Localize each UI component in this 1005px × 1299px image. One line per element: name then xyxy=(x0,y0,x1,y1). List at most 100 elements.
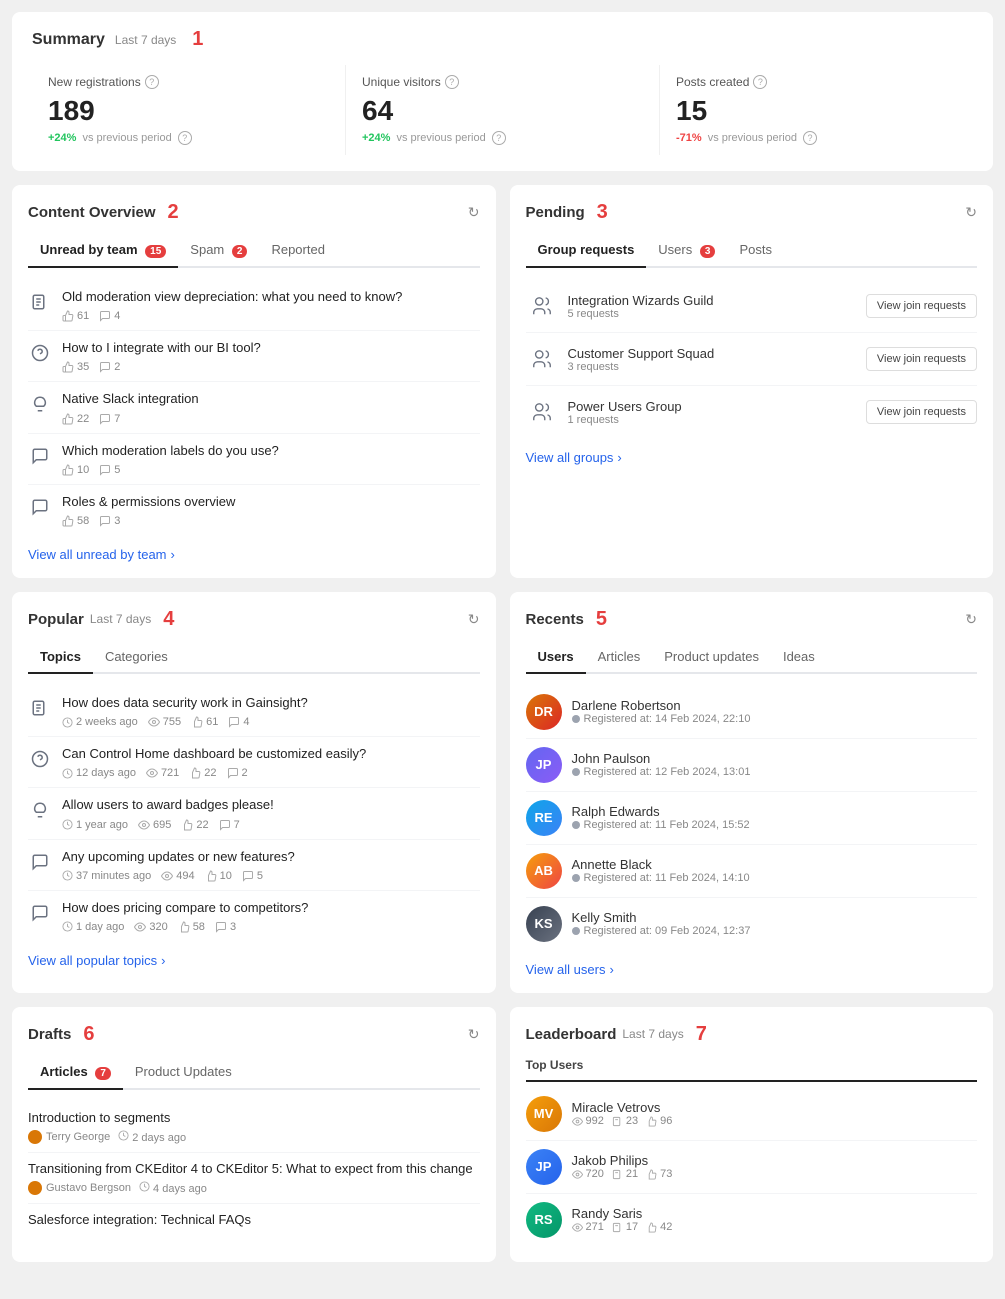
info-icon-posts-change[interactable]: ? xyxy=(803,131,817,145)
tab-unread-label: Unread by team xyxy=(40,242,138,257)
lightbulb-icon xyxy=(28,798,52,822)
tab-articles[interactable]: Articles xyxy=(586,643,653,672)
leader-stats: 271 17 42 xyxy=(572,1221,978,1233)
stat-posts-created: Posts created ? 15 -71% vs previous peri… xyxy=(660,65,973,155)
tab-topics[interactable]: Topics xyxy=(28,643,93,672)
popular-refresh[interactable]: ↻ xyxy=(468,611,480,628)
view-all-unread-label: View all unread by team xyxy=(28,547,167,562)
item-meta: 12 days ago 721 22 2 xyxy=(62,767,480,779)
drafts-refresh[interactable]: ↻ xyxy=(468,1026,480,1043)
view-all-users-label: View all users xyxy=(526,962,606,977)
pending-panel: Pending 3 ↻ Group requests Users 3 Posts xyxy=(510,185,994,578)
avatar: DR xyxy=(526,694,562,730)
view-join-requests-button[interactable]: View join requests xyxy=(866,294,977,318)
tab-reported[interactable]: Reported xyxy=(259,236,336,266)
view-all-unread[interactable]: View all unread by team › xyxy=(28,547,480,562)
user-name[interactable]: Ralph Edwards xyxy=(572,804,750,819)
view-count: 494 xyxy=(161,870,194,882)
tab-product-updates[interactable]: Product updates xyxy=(652,643,771,672)
chevron-right-icon-popular: › xyxy=(161,953,165,968)
tab-topics-label: Topics xyxy=(40,649,81,664)
stat-label-0: New registrations xyxy=(48,75,141,89)
tab-product-updates-label: Product updates xyxy=(664,649,759,664)
view-join-requests-button[interactable]: View join requests xyxy=(866,347,977,371)
tab-spam[interactable]: Spam 2 xyxy=(178,236,259,266)
registration-date: Registered at: 11 Feb 2024, 15:52 xyxy=(572,819,750,831)
draft-title[interactable]: Transitioning from CKEditor 4 to CKEdito… xyxy=(28,1161,480,1176)
draft-meta: Gustavo Bergson 4 days ago xyxy=(28,1181,480,1195)
registration-date: Registered at: 09 Feb 2024, 12:37 xyxy=(572,925,751,937)
view-all-popular-label: View all popular topics xyxy=(28,953,157,968)
tab-pending-users[interactable]: Users 3 xyxy=(646,236,727,266)
info-icon-reg-change[interactable]: ? xyxy=(178,131,192,145)
pending-refresh[interactable]: ↻ xyxy=(965,204,977,221)
tab-categories-label: Categories xyxy=(105,649,168,664)
content-overview-refresh[interactable]: ↻ xyxy=(468,204,480,221)
user-name[interactable]: Darlene Robertson xyxy=(572,698,751,713)
tab-users[interactable]: Users xyxy=(526,643,586,672)
section-number-7: 7 xyxy=(696,1023,707,1046)
section-number-4: 4 xyxy=(163,608,174,631)
item-meta: 1 year ago 695 22 7 xyxy=(62,819,480,831)
time-label: 1 year ago xyxy=(62,819,128,831)
tab-drafts-product-updates-label: Product Updates xyxy=(135,1064,232,1079)
tab-group-requests-label: Group requests xyxy=(538,242,635,257)
tab-drafts-articles-badge: 7 xyxy=(95,1067,111,1080)
leader-name[interactable]: Jakob Philips xyxy=(572,1153,978,1168)
tab-ideas-label: Ideas xyxy=(783,649,815,664)
list-item: JP Jakob Philips 720 21 73 xyxy=(526,1141,978,1194)
like-count: 58 xyxy=(178,921,205,933)
pending-tabs: Group requests Users 3 Posts xyxy=(526,236,978,268)
user-name[interactable]: Annette Black xyxy=(572,857,750,872)
time-label: 1 day ago xyxy=(62,921,124,933)
draft-title[interactable]: Salesforce integration: Technical FAQs xyxy=(28,1212,480,1227)
user-name[interactable]: John Paulson xyxy=(572,751,751,766)
tab-unread-by-team[interactable]: Unread by team 15 xyxy=(28,236,178,266)
registration-date: Registered at: 12 Feb 2024, 13:01 xyxy=(572,766,751,778)
section-number-6: 6 xyxy=(83,1023,94,1046)
section-number-3: 3 xyxy=(597,201,608,224)
popular-items-list: How does data security work in Gainsight… xyxy=(28,686,480,941)
info-icon-registrations[interactable]: ? xyxy=(145,75,159,89)
draft-meta: Terry George 2 days ago xyxy=(28,1130,480,1144)
question-icon xyxy=(28,341,52,365)
item-title: How does data security work in Gainsight… xyxy=(62,694,480,712)
view-all-users[interactable]: View all users › xyxy=(526,962,978,977)
info-icon-vis-change[interactable]: ? xyxy=(492,131,506,145)
tab-pending-users-badge: 3 xyxy=(700,245,716,258)
like-count: 10 xyxy=(205,870,232,882)
leader-name[interactable]: Miracle Vetrovs xyxy=(572,1100,978,1115)
group-name[interactable]: Integration Wizards Guild xyxy=(568,293,714,308)
drafts-panel: Drafts 6 ↻ Articles 7 Product Updates In… xyxy=(12,1007,496,1262)
chat-icon xyxy=(28,495,52,519)
stat-vs-1: vs previous period xyxy=(396,132,485,144)
pending-info: Integration Wizards Guild 5 requests xyxy=(526,290,714,322)
item-meta: 61 4 xyxy=(62,310,480,322)
section-number-5: 5 xyxy=(596,608,607,631)
group-name[interactable]: Power Users Group xyxy=(568,399,682,414)
view-all-groups[interactable]: View all groups › xyxy=(526,450,978,465)
draft-title[interactable]: Introduction to segments xyxy=(28,1110,480,1125)
content-overview-tabs: Unread by team 15 Spam 2 Reported xyxy=(28,236,480,268)
list-item: Can Control Home dashboard be customized… xyxy=(28,737,480,788)
tab-drafts-product-updates[interactable]: Product Updates xyxy=(123,1058,244,1088)
popular-panel: Popular Last 7 days 4 ↻ Topics Categorie… xyxy=(12,592,496,993)
tab-group-requests[interactable]: Group requests xyxy=(526,236,647,266)
info-icon-visitors[interactable]: ? xyxy=(445,75,459,89)
view-join-requests-button[interactable]: View join requests xyxy=(866,400,977,424)
tab-ideas[interactable]: Ideas xyxy=(771,643,827,672)
view-count: 695 xyxy=(138,819,171,831)
list-item: RS Randy Saris 271 17 42 xyxy=(526,1194,978,1246)
info-icon-posts[interactable]: ? xyxy=(753,75,767,89)
recents-refresh[interactable]: ↻ xyxy=(965,611,977,628)
tab-pending-posts[interactable]: Posts xyxy=(727,236,784,266)
view-all-popular[interactable]: View all popular topics › xyxy=(28,953,480,968)
view-count: 721 xyxy=(146,767,179,779)
leader-name[interactable]: Randy Saris xyxy=(572,1206,978,1221)
tab-drafts-articles[interactable]: Articles 7 xyxy=(28,1058,123,1088)
tab-categories[interactable]: Categories xyxy=(93,643,180,672)
avatar: RS xyxy=(526,1202,562,1238)
pending-info: Power Users Group 1 requests xyxy=(526,396,682,428)
group-name[interactable]: Customer Support Squad xyxy=(568,346,715,361)
user-name[interactable]: Kelly Smith xyxy=(572,910,751,925)
